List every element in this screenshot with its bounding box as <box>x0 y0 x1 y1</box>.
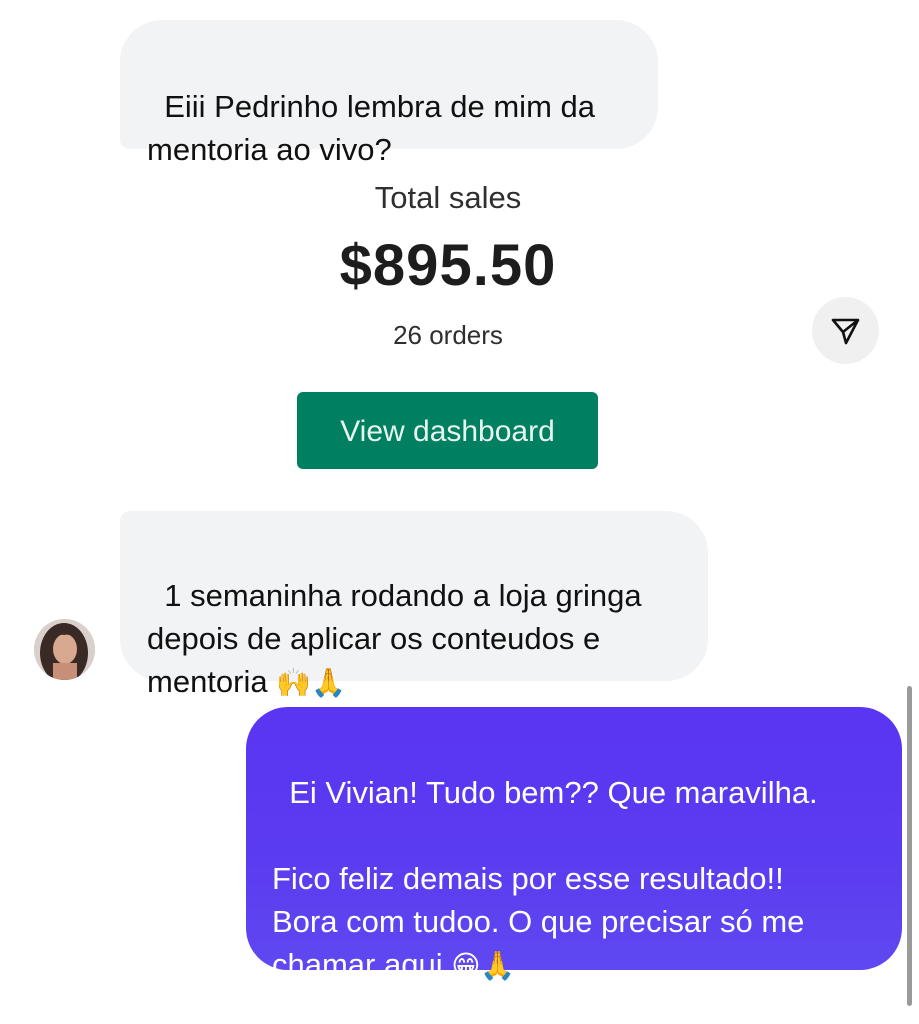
message-text: 1 semaninha rodando a loja gringa depois… <box>147 578 642 699</box>
message-text: Eiii Pedrinho lembra de mim da mentoria … <box>147 89 595 167</box>
emoji-raised-hands-folded-hands: 🙌🙏 <box>276 666 346 699</box>
message-text: Ei Vivian! Tudo bem?? Que maravilha. Fic… <box>272 775 818 982</box>
incoming-message-bubble[interactable]: 1 semaninha rodando a loja gringa depois… <box>120 511 708 699</box>
scrollbar[interactable] <box>907 686 912 1006</box>
avatar[interactable] <box>34 619 95 680</box>
sales-card: Total sales $895.50 26 orders View dashb… <box>280 170 616 480</box>
avatar-image <box>34 619 95 680</box>
total-sales-label: Total sales <box>374 180 522 215</box>
share-button[interactable] <box>812 297 879 364</box>
send-icon <box>831 318 860 345</box>
emoji-grin-folded-hands: 😁🙏 <box>451 949 516 982</box>
outgoing-message-bubble[interactable]: Ei Vivian! Tudo bem?? Que maravilha. Fic… <box>246 707 902 982</box>
incoming-message-bubble[interactable]: Eiii Pedrinho lembra de mim da mentoria … <box>120 20 658 167</box>
total-sales-value: $895.50 <box>339 233 557 298</box>
view-dashboard-button[interactable]: View dashboard <box>297 392 598 469</box>
orders-count: 26 orders <box>393 320 503 350</box>
